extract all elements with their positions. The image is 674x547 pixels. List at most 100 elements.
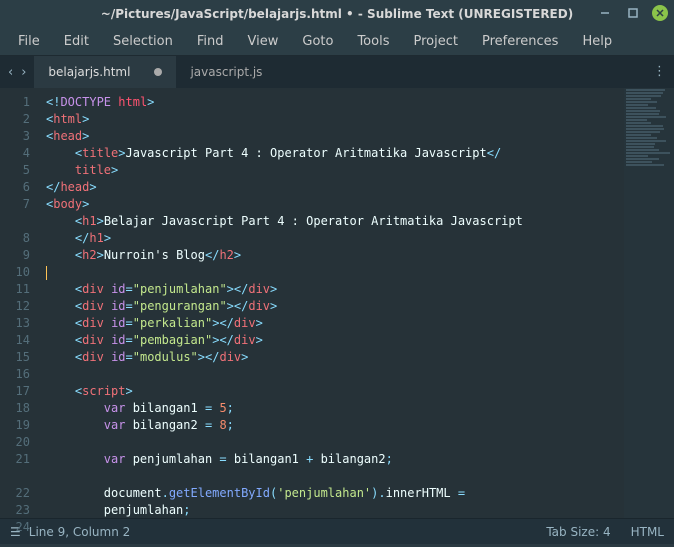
- code-line[interactable]: <title>Javascript Part 4 : Operator Arit…: [46, 145, 670, 162]
- dirty-indicator-icon: [154, 68, 162, 76]
- code-line[interactable]: title>: [46, 162, 670, 179]
- token: title: [75, 163, 111, 177]
- minimize-button[interactable]: [596, 4, 614, 22]
- code-line[interactable]: <h2>Nurroin's Blog</h2>: [46, 247, 670, 264]
- code-line[interactable]: <div id="penjumlahan"></div>: [46, 281, 670, 298]
- line-number: 21: [0, 451, 30, 468]
- token: </: [487, 146, 501, 160]
- token: >: [97, 214, 104, 228]
- token: =: [126, 350, 133, 364]
- token: ></: [212, 333, 234, 347]
- token: h2: [219, 248, 233, 262]
- tab-belajarjs-html[interactable]: belajarjs.html: [34, 56, 176, 88]
- tab-forward-icon[interactable]: ›: [19, 63, 28, 82]
- code-line[interactable]: </head>: [46, 179, 670, 196]
- code-line[interactable]: [46, 366, 670, 383]
- code-line[interactable]: var bilangan1 = 5;: [46, 400, 670, 417]
- menu-view[interactable]: View: [238, 30, 289, 53]
- line-number: 10: [0, 264, 30, 281]
- tab-more-icon[interactable]: ⋮: [653, 64, 666, 79]
- token: [46, 333, 75, 347]
- code-line[interactable]: [46, 468, 670, 485]
- code-line[interactable]: <body>: [46, 196, 670, 213]
- code-line[interactable]: <div id="pembagian"></div>: [46, 332, 670, 349]
- token: [46, 452, 104, 466]
- line-number: 3: [0, 128, 30, 145]
- token: ></: [227, 282, 249, 296]
- tab-back-icon[interactable]: ‹: [6, 63, 15, 82]
- menu-goto[interactable]: Goto: [292, 30, 343, 53]
- token: penjumlahan: [125, 452, 219, 466]
- token: ;: [227, 401, 234, 415]
- token: div: [234, 316, 256, 330]
- menu-file[interactable]: File: [8, 30, 50, 53]
- code-line[interactable]: <!DOCTYPE html>: [46, 94, 670, 111]
- token: [46, 146, 75, 160]
- token: >: [89, 180, 96, 194]
- token: 8: [219, 418, 226, 432]
- menu-project[interactable]: Project: [403, 30, 467, 53]
- code-line[interactable]: <script>: [46, 383, 670, 400]
- code-line[interactable]: <h1>Belajar Javascript Part 4 : Operator…: [46, 213, 670, 230]
- menubar: FileEditSelectionFindViewGotoToolsProjec…: [0, 28, 674, 56]
- tab-javascript-js[interactable]: javascript.js: [176, 56, 276, 88]
- menu-tools[interactable]: Tools: [347, 30, 399, 53]
- token: <!: [46, 95, 60, 109]
- menu-selection[interactable]: Selection: [103, 30, 183, 53]
- token: >: [82, 112, 89, 126]
- line-number: 2: [0, 111, 30, 128]
- maximize-button[interactable]: [624, 4, 642, 22]
- token: =: [126, 282, 133, 296]
- editor[interactable]: 1234567 89101112131415161718192021 22232…: [0, 88, 674, 518]
- close-button[interactable]: [652, 5, 668, 21]
- token: [46, 214, 75, 228]
- token: [46, 282, 75, 296]
- tabbar: ‹ › belajarjs.htmljavascript.js ⋮: [0, 56, 674, 88]
- token: [46, 299, 75, 313]
- code-line[interactable]: <div id="pengurangan"></div>: [46, 298, 670, 315]
- code-line[interactable]: penjumlahan;: [46, 502, 670, 518]
- token: bilangan2: [313, 452, 385, 466]
- token: [46, 367, 53, 381]
- token: [46, 163, 75, 177]
- window-title: ~/Pictures/JavaScript/belajarjs.html • -…: [101, 7, 573, 21]
- status-tab-size[interactable]: Tab Size: 4: [546, 525, 610, 539]
- code-line[interactable]: <div id="perkalian"></div>: [46, 315, 670, 332]
- code-line[interactable]: [46, 434, 670, 451]
- token: "penjumlahan": [133, 282, 227, 296]
- token: div: [82, 333, 104, 347]
- code-line[interactable]: var bilangan2 = 8;: [46, 417, 670, 434]
- token: [46, 316, 75, 330]
- token: var: [104, 452, 126, 466]
- code-line[interactable]: [46, 264, 670, 281]
- titlebar: ~/Pictures/JavaScript/belajarjs.html • -…: [0, 0, 674, 28]
- token: h2: [82, 248, 96, 262]
- code-line[interactable]: <html>: [46, 111, 670, 128]
- token: id: [111, 333, 125, 347]
- token: bilangan1: [227, 452, 306, 466]
- menu-help[interactable]: Help: [572, 30, 622, 53]
- token: div: [234, 333, 256, 347]
- token: >: [82, 197, 89, 211]
- token: id: [111, 299, 125, 313]
- token: div: [82, 350, 104, 364]
- statusbar: ☰ Line 9, Column 2 Tab Size: 4 HTML: [0, 518, 674, 544]
- code-area[interactable]: <!DOCTYPE html><html><head> <title>Javas…: [38, 88, 674, 518]
- menu-find[interactable]: Find: [187, 30, 234, 53]
- menu-preferences[interactable]: Preferences: [472, 30, 568, 53]
- token: >: [234, 248, 241, 262]
- code-line[interactable]: document.getElementById('penjumlahan').i…: [46, 485, 670, 502]
- code-line[interactable]: var penjumlahan = bilangan1 + bilangan2;: [46, 451, 670, 468]
- token: bilangan1: [125, 401, 204, 415]
- token: >: [270, 299, 277, 313]
- token: id: [111, 282, 125, 296]
- status-syntax[interactable]: HTML: [631, 525, 664, 539]
- menu-edit[interactable]: Edit: [54, 30, 99, 53]
- code-line[interactable]: <div id="modulus"></div>: [46, 349, 670, 366]
- token: </: [75, 231, 89, 245]
- code-line[interactable]: <head>: [46, 128, 670, 145]
- code-line[interactable]: </h1>: [46, 230, 670, 247]
- token: >: [82, 129, 89, 143]
- line-number: 7: [0, 196, 30, 213]
- minimap[interactable]: [624, 88, 674, 518]
